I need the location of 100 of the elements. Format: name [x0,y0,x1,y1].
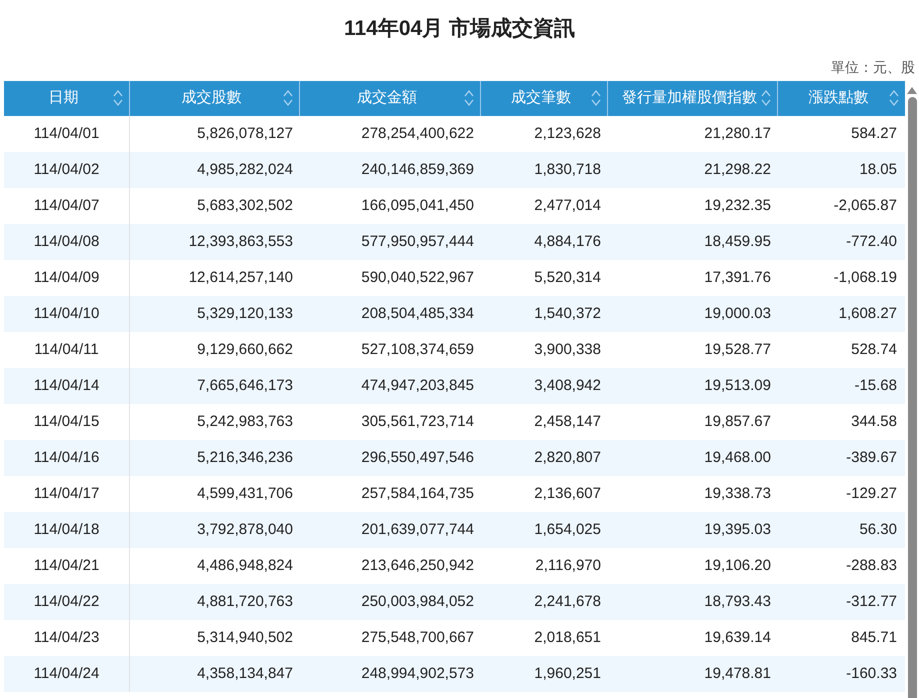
table-cell: 114/04/10 [4,296,130,332]
table-cell-text: 19,106.20 [703,556,772,576]
table-cell: 250,003,984,052 [300,584,481,620]
table-cell-text: 305,561,723,714 [360,412,475,432]
table-cell: 1,960,251 [481,656,608,692]
column-header[interactable]: 漲跌點數 [778,81,905,116]
table-cell-text: 19,338.73 [703,484,772,504]
table-cell-text: 344.58 [850,412,898,432]
table-cell: 1,654,025 [481,512,608,548]
table-cell-text: 528.74 [850,340,898,360]
table-cell: 114/04/14 [4,368,130,404]
table-cell: 4,881,720,763 [130,584,300,620]
table-cell: 19,478.81 [608,656,778,692]
table-cell: -15.68 [778,368,905,404]
table-cell-text: 278,254,400,622 [360,124,475,144]
table-cell-text: 166,095,041,450 [360,196,475,216]
sort-icon[interactable] [591,89,601,107]
table-cell-text: 2,116,970 [534,556,602,576]
table-cell-text: 5,314,940,502 [196,628,294,648]
sort-icon[interactable] [283,89,293,107]
table-cell-text: 9,129,660,662 [196,340,294,360]
table-cell-text: 2,477,014 [533,196,602,216]
table-cell: 19,395.03 [608,512,778,548]
table-cell-text: 275,548,700,667 [360,628,475,648]
column-header[interactable]: 成交筆數 [481,81,608,116]
column-header[interactable]: 成交股數 [130,81,300,116]
column-header[interactable]: 發行量加權股價指數 [608,81,778,116]
table-cell-text: 2,018,651 [533,628,602,648]
table-cell: 474,947,203,845 [300,368,481,404]
table-cell: 3,792,878,040 [130,512,300,548]
table-cell-text: 584.27 [850,124,898,144]
table-cell: 201,639,077,744 [300,512,481,548]
table-cell-text: 845.71 [850,628,898,648]
table-cell: 240,146,859,369 [300,152,481,188]
table-cell-text: 5,520,314 [533,268,602,288]
table-cell: 248,994,902,573 [300,656,481,692]
table-cell: 1,540,372 [481,296,608,332]
table-cell: 2,241,678 [481,584,608,620]
sort-icon[interactable] [464,89,474,107]
table-cell-text: 4,486,948,824 [196,556,294,576]
table-cell-text: 257,584,164,735 [360,484,475,504]
table-cell: 4,358,134,847 [130,656,300,692]
table-cell: 208,504,485,334 [300,296,481,332]
table-cell: 1,608.27 [778,296,905,332]
table-cell-text: 2,123,628 [533,124,602,144]
table-cell-text: 5,242,983,763 [196,412,294,432]
table-cell: 5,216,346,236 [130,440,300,476]
sort-icon[interactable] [113,89,123,107]
table-cell-text: 21,280.17 [703,124,772,144]
table-cell-text: 5,683,302,502 [196,196,294,216]
sort-icon[interactable] [761,89,771,107]
table-cell-text: -129.27 [845,484,898,504]
table-cell: 114/04/08 [4,224,130,260]
table-cell: 19,513.09 [608,368,778,404]
table-cell: 18,793.43 [608,584,778,620]
table-cell: 18,459.95 [608,224,778,260]
table-cell: 56.30 [778,512,905,548]
table-cell-text: -1,068.19 [832,268,898,288]
table-cell: 114/04/24 [4,656,130,692]
table-cell-text: 19,232.35 [703,196,772,216]
table-cell: 7,665,646,173 [130,368,300,404]
table-cell-text: 19,639.14 [703,628,772,648]
table-cell: 114/04/18 [4,512,130,548]
table-cell: 2,820,807 [481,440,608,476]
unit-note: 單位：元、股 [830,58,916,76]
table-cell: -160.33 [778,656,905,692]
table-cell: 4,985,282,024 [130,152,300,188]
table-cell-text: 17,391.76 [703,268,772,288]
table-cell: 114/04/02 [4,152,130,188]
table-cell-text: 213,646,250,942 [360,556,475,576]
table-cell-text: 3,900,338 [533,340,602,360]
table-cell: 21,298.22 [608,152,778,188]
table-cell: 12,393,863,553 [130,224,300,260]
table-cell: 19,468.00 [608,440,778,476]
table-cell: 1,830,718 [481,152,608,188]
table-cell-text: -2,065.87 [832,196,898,216]
scroll-up-icon[interactable] [907,86,917,94]
sort-icon[interactable] [889,89,899,107]
table-cell: 3,408,942 [481,368,608,404]
column-header[interactable]: 日期 [4,81,130,116]
table-cell: 114/04/16 [4,440,130,476]
table-cell: 577,950,957,444 [300,224,481,260]
table-cell-text: 19,528.77 [703,340,772,360]
table-cell-text: -288.83 [845,556,898,576]
table-cell-text: 2,136,607 [533,484,602,504]
column-header[interactable]: 成交金額 [300,81,481,116]
table-cell: 4,884,176 [481,224,608,260]
scrollbar-thumb[interactable] [908,97,916,698]
table-cell-text: 590,040,522,967 [360,268,475,288]
table-cell-text: 527,108,374,659 [360,340,475,360]
table-cell-text: 12,614,257,140 [188,268,294,288]
table-cell: -772.40 [778,224,905,260]
table-cell: 5,329,120,133 [130,296,300,332]
table-cell: 18.05 [778,152,905,188]
table-cell: 114/04/22 [4,584,130,620]
table-cell: -312.77 [778,584,905,620]
table-cell-text: 5,826,078,127 [196,124,294,144]
table-cell: 296,550,497,546 [300,440,481,476]
table-cell-text: 19,857.67 [703,412,772,432]
table-cell: 19,000.03 [608,296,778,332]
